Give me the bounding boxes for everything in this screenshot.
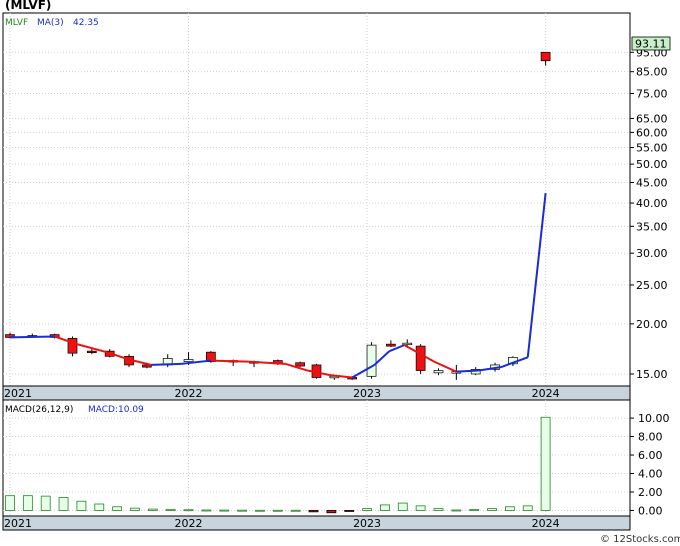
candle-body [86,350,97,353]
price-tick-label: 20.00 [636,318,668,331]
last-price-label: 93.11 [635,38,667,51]
macd-bar [433,508,444,511]
macd-tick-label: 2.00 [638,486,663,499]
macd-bar [76,500,87,511]
macd-bar [183,509,194,512]
candle-body [295,362,305,367]
price-panel-frame [2,12,631,400]
macd-bar [272,509,283,512]
price-year-label: 2024 [532,387,560,400]
macd-year-label: 2021 [4,517,32,530]
macd-bar [40,495,51,511]
candle-body [386,343,396,347]
candle-body [433,370,444,374]
price-tick-label: 25.00 [636,279,668,292]
candle-body [183,359,194,362]
macd-bar [505,506,515,511]
macd-bar [22,495,33,511]
macd-bar [469,509,480,511]
macd-bar [522,505,533,511]
price-year-label: 2022 [175,387,203,400]
candle-body [415,345,426,371]
macd-tick-label: 6.00 [638,449,663,462]
macd-bar [451,509,462,512]
macd-bar [255,509,265,512]
price-year-label: 2021 [4,387,32,400]
legend-ma: MA(3) [37,18,64,28]
candle-body [402,342,413,346]
price-tick-label: 65.00 [636,112,668,125]
macd-bar [290,509,301,512]
candle-body [540,51,551,62]
macd-tick-label: 10.00 [638,412,670,425]
macd-bar [201,509,212,512]
macd-bar [540,416,551,511]
macd-bar [362,508,372,511]
macd-bar [112,506,123,511]
stock-chart: 95.0085.0075.0065.0060.0055.0050.0045.00… [2,12,680,545]
ma-segment [151,362,182,366]
macd-year-label: 2024 [532,517,560,530]
macd-bar [344,510,355,512]
macd-bar [219,509,230,512]
macd-year-label: 2023 [353,517,381,530]
candle-body [366,344,377,377]
legend-ticker: MLVF [5,18,28,28]
price-tick-label: 60.00 [636,126,668,139]
price-tick-label: 75.00 [636,87,668,100]
macd-bar [147,508,158,511]
legend-ma-value: 42.35 [73,18,99,28]
legend-macd: MACD(26,12,9) [5,405,73,415]
macd-tick-label: 0.00 [638,504,663,517]
macd-bar [380,504,390,511]
price-tick-label: 55.00 [636,142,668,155]
price-tick-label: 30.00 [636,247,668,260]
price-tick-label: 50.00 [636,158,668,171]
price-tick-label: 35.00 [636,220,668,233]
macd-bar [130,507,140,511]
price-tick-label: 15.00 [636,368,668,381]
price-tick-label: 40.00 [636,197,668,210]
macd-bar [94,503,105,511]
macd-bar [165,508,176,511]
price-tick-label: 45.00 [636,177,668,190]
macd-bar [326,510,337,514]
macd-bar [308,510,319,513]
macd-bar [5,495,15,511]
macd-year-label: 2022 [175,517,203,530]
macd-bar [487,508,497,511]
macd-bar [397,502,408,511]
legend-macd-value: MACD:10.09 [88,405,144,415]
price-tick-label: 85.00 [636,66,668,79]
macd-bar [415,505,426,511]
price-year-label: 2023 [353,387,381,400]
macd-bar [237,509,247,512]
ma-segment [210,359,249,363]
ma-segment [9,335,55,339]
watermark: © 12Stocks.com [600,534,680,545]
ma-segment [456,369,479,373]
macd-tick-label: 8.00 [638,431,663,444]
macd-bar [58,497,69,511]
macd-tick-label: 4.00 [638,468,663,481]
